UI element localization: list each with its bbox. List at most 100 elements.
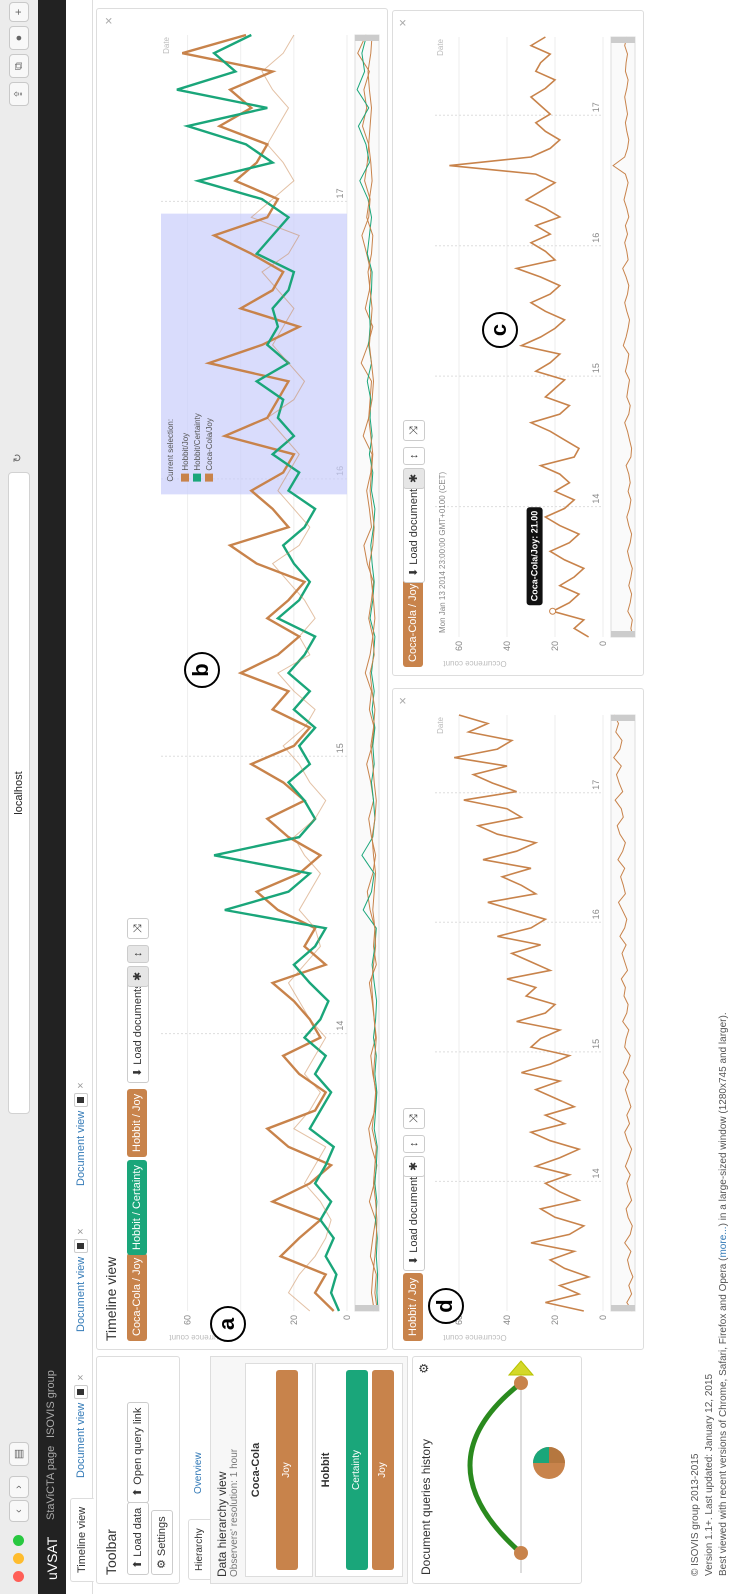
y-tick-label: 60 (454, 641, 464, 651)
fit-height-icon[interactable]: ↕ (403, 447, 425, 465)
x-tick-label: 14 (335, 1021, 345, 1031)
hierarchy-bar-cocacola-joy[interactable]: Joy (276, 1370, 298, 1570)
overview-handle-left[interactable] (355, 1305, 379, 1311)
hover-point[interactable] (549, 607, 557, 615)
reload-icon[interactable]: ↻ (9, 448, 27, 468)
x-tick-label: 16 (591, 909, 601, 919)
forward-icon[interactable]: › (9, 1476, 29, 1498)
overview-handle-right[interactable] (611, 37, 635, 43)
chip-cocacola-joy[interactable]: Coca-Cola / Joy (127, 1252, 147, 1341)
load-documents-label: Load documents (408, 483, 420, 565)
tab-label: Document view (75, 1402, 87, 1478)
close-icon[interactable]: × (395, 19, 410, 27)
chip-cocacola-joy[interactable]: Coca-Cola / Joy (403, 578, 423, 667)
tab-timeline-view[interactable]: Timeline view (70, 1497, 94, 1582)
close-icon[interactable]: × (75, 1374, 87, 1380)
history-graph[interactable] (439, 1357, 579, 1583)
series-line[interactable] (449, 36, 590, 638)
y-tick-label: 20 (289, 1315, 299, 1325)
bookmark-icon[interactable] (74, 1238, 89, 1253)
chip-hobbit-joy[interactable]: Hobbit / Joy (403, 1272, 423, 1341)
tabs-overview-icon[interactable]: ⧉ (9, 54, 29, 78)
minimize-window-icon[interactable] (13, 1553, 24, 1564)
tab-overview[interactable]: Overview (188, 1452, 210, 1494)
timeline-panel: Timeline view × Coca-Cola / Joy Hobbit /… (96, 8, 388, 1350)
selection-legend-swatch (193, 473, 201, 482)
y-tick-label: 20 (550, 1315, 560, 1325)
hierarchy-group-cocacola[interactable]: Coca-Cola Joy (245, 1363, 313, 1577)
y-tick-label: 20 (550, 641, 560, 651)
shuffle-icon[interactable]: ⤨ (403, 1108, 425, 1129)
bookmark-icon[interactable] (74, 1092, 89, 1107)
fit-height-icon[interactable]: ↕ (127, 945, 149, 963)
detail-chart-right[interactable]: 60 40 20 0 Occurrence count Date 14 15 16 17 Mon J… (427, 17, 639, 671)
history-node[interactable] (514, 1546, 528, 1560)
close-window-icon[interactable] (13, 1571, 24, 1582)
maximize-window-icon[interactable] (13, 1535, 24, 1546)
y-tick-label: 40 (502, 641, 512, 651)
hierarchy-group-hobbit[interactable]: Hobbit Certainty Joy (315, 1363, 403, 1577)
series-line[interactable] (454, 714, 592, 1312)
open-query-link-button[interactable]: ⬆ Open query link (127, 1401, 149, 1503)
asterisk-icon[interactable]: ✱ (403, 1155, 425, 1177)
settings-label: Settings (156, 1516, 168, 1557)
download-icon: ⬇ (408, 1252, 420, 1265)
gear-icon: ⚙ (156, 1556, 168, 1569)
y-tick-label: 40 (502, 1315, 512, 1325)
load-documents-button[interactable]: ⬇ Load documents (403, 1165, 425, 1271)
tab-document-view-1[interactable]: Document view × (70, 1374, 92, 1478)
back-icon[interactable]: ‹ (9, 1500, 29, 1522)
app-brand[interactable]: uVSAT (44, 1537, 60, 1580)
load-documents-button[interactable]: ⬇ Load documents (127, 977, 149, 1083)
url-bar[interactable]: localhost (8, 472, 30, 1114)
close-icon[interactable]: × (395, 697, 410, 705)
load-data-button[interactable]: ⬆ Load data (127, 1501, 149, 1575)
shuffle-icon[interactable]: ⤨ (403, 420, 425, 441)
close-icon[interactable]: × (75, 1082, 87, 1088)
tab-hierarchy[interactable]: Hierarchy (188, 1519, 212, 1580)
tab-document-view-2[interactable]: Document view × (70, 1228, 92, 1332)
overview-handle-left[interactable] (611, 1305, 635, 1311)
chip-hobbit-joy[interactable]: Hobbit / Joy (127, 1088, 147, 1157)
load-documents-button[interactable]: ⬇ Load documents (403, 477, 425, 583)
overview-handle-right[interactable] (355, 35, 379, 41)
close-icon[interactable]: × (75, 1228, 87, 1234)
overview-strip[interactable] (610, 714, 636, 1312)
hierarchy-bar-hobbit-certainty[interactable]: Certainty (346, 1370, 368, 1570)
gear-icon[interactable]: ⚙ (417, 1363, 431, 1374)
chip-hobbit-certainty[interactable]: Hobbit / Certainty (127, 1160, 147, 1255)
x-tick-label: 14 (591, 1168, 601, 1178)
settings-button[interactable]: ⚙ Settings (151, 1510, 173, 1575)
asterisk-icon[interactable]: ✱ (403, 467, 425, 489)
overview-handle-right[interactable] (611, 715, 635, 721)
footer-line-1: © ISOVIS group 2013-2015 (690, 1453, 701, 1576)
x-tick-label: 17 (591, 102, 601, 112)
current-query-marker-icon[interactable] (507, 1360, 535, 1376)
footer-text: ) in a large-sized window (1280x745 and … (718, 1012, 729, 1227)
download-icon[interactable]: ● (9, 26, 29, 50)
tab-label: Overview (193, 1452, 204, 1494)
detail-chart-left[interactable]: 60 40 20 0Occurrence countDate14151617 (427, 695, 639, 1345)
footer-more-link[interactable]: more... (718, 1226, 729, 1257)
hierarchy-bar-hobbit-joy[interactable]: Joy (372, 1370, 394, 1570)
history-node[interactable] (514, 1376, 528, 1390)
new-tab-icon[interactable]: + (9, 2, 29, 22)
upload-icon: ⬆ (132, 1484, 144, 1497)
nav-link-isovis[interactable]: ISOVIS group (45, 1370, 57, 1438)
shuffle-icon[interactable]: ⤨ (127, 918, 149, 939)
load-documents-label: Load documents (408, 1171, 420, 1253)
footer-line-3: Best viewed with recent versions of Chro… (718, 1012, 729, 1576)
bookmark-icon[interactable] (74, 1384, 89, 1399)
close-icon[interactable]: × (101, 17, 116, 25)
share-icon[interactable]: ⇪ (9, 82, 29, 106)
overview-handle-left[interactable] (611, 631, 635, 637)
fit-height-icon[interactable]: ↕ (403, 1135, 425, 1153)
selection-legend-swatch (181, 473, 189, 482)
x-tick-label: 17 (591, 780, 601, 790)
sidebar-toggle-icon[interactable]: ▤ (9, 1442, 29, 1466)
tab-document-view-3[interactable]: Document view × (70, 1082, 92, 1186)
overview-strip[interactable] (610, 36, 636, 638)
nav-link-stavicta[interactable]: StaViCTA page (45, 1446, 57, 1520)
y-axis-label: Occurrence count (443, 1333, 507, 1342)
asterisk-icon[interactable]: ✱ (127, 965, 149, 987)
